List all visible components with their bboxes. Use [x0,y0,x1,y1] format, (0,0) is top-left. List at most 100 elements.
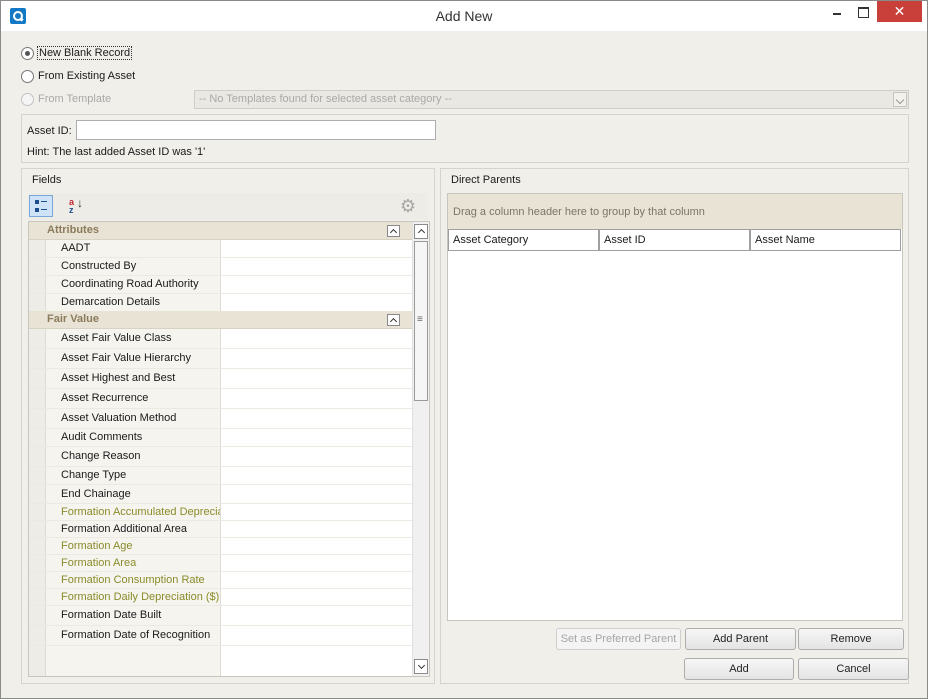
fields-panel-title: Fields [32,174,62,186]
property-name: Formation Daily Depreciation ($) [45,589,221,605]
property-row[interactable]: Asset Fair Value Hierarchy [29,349,413,369]
collapse-icon[interactable] [387,314,400,326]
property-value[interactable] [222,521,413,537]
property-row[interactable]: Asset Valuation Method [29,409,413,429]
property-value[interactable] [222,240,413,257]
property-row-empty [29,646,413,676]
categorized-view-icon[interactable] [29,195,53,217]
property-row[interactable]: Demarcation Details [29,294,413,312]
property-name: Demarcation Details [45,294,221,311]
property-name: Asset Fair Value Hierarchy [45,349,221,368]
property-grid[interactable]: Attributes AADT Constructed By Coordinat… [28,221,430,677]
property-name: Formation Date of Recognition [45,626,221,645]
fields-panel: Fields a z ↓ ⚙ Attributes AADT Constructed… [21,168,435,684]
dialog-content: New Blank Record From Existing Asset Fro… [1,31,927,698]
parents-panel-title: Direct Parents [451,174,521,186]
property-value[interactable] [222,294,413,311]
property-row[interactable]: Formation Area [29,555,413,572]
property-value[interactable] [222,485,413,503]
collapse-icon[interactable] [387,225,400,237]
asset-id-input[interactable] [76,120,436,140]
row-gutter [29,240,45,257]
fields-toolbar: a z ↓ ⚙ [28,193,428,220]
property-name: Asset Highest and Best [45,369,221,388]
property-value[interactable] [222,258,413,275]
property-value[interactable] [222,369,413,388]
property-value [222,538,413,554]
row-gutter [29,485,45,503]
title-bar: Add New ✕ [1,1,927,31]
radio-label: New Blank Record [36,46,133,60]
scroll-up-icon[interactable] [414,224,428,239]
property-row[interactable]: Formation Consumption Rate [29,572,413,589]
property-row[interactable]: AADT [29,240,413,258]
property-row[interactable]: Audit Comments [29,429,413,447]
property-value[interactable] [222,429,413,446]
radio-button-icon[interactable] [21,69,34,83]
property-name: Asset Recurrence [45,389,221,408]
direct-parents-panel: Direct Parents Drag a column header here… [440,168,909,684]
row-gutter [29,572,45,588]
property-row[interactable]: Constructed By [29,258,413,276]
property-row[interactable]: End Chainage [29,485,413,504]
row-gutter [29,349,45,368]
property-value[interactable] [222,389,413,408]
parents-grid[interactable]: Drag a column header here to group by th… [447,193,903,621]
property-value[interactable] [222,349,413,368]
column-header-asset-category[interactable]: Asset Category [448,229,599,251]
property-value [222,504,413,520]
property-row[interactable]: Change Type [29,467,413,485]
category-row-attributes[interactable]: Attributes [29,222,413,240]
remove-button[interactable]: Remove [798,628,904,650]
property-row[interactable]: Formation Daily Depreciation ($) [29,589,413,606]
radio-from-template: From Template [21,91,111,107]
category-name: Fair Value [47,313,99,325]
cancel-button[interactable]: Cancel [798,658,909,680]
row-gutter [29,258,45,275]
add-parent-button[interactable]: Add Parent [685,628,796,650]
row-gutter [29,294,45,311]
chevron-down-icon [893,92,907,107]
scrollbar-thumb[interactable] [414,241,428,401]
property-row[interactable]: Change Reason [29,447,413,467]
property-row[interactable]: Formation Age [29,538,413,555]
fields-scrollbar[interactable] [412,222,429,676]
window-title: Add New [435,8,493,24]
scroll-down-icon[interactable] [414,659,428,674]
set-preferred-parent-button: Set as Preferred Parent [556,628,681,650]
minimize-icon[interactable] [824,1,850,22]
property-row[interactable]: Asset Fair Value Class [29,329,413,349]
radio-from-existing-asset[interactable]: From Existing Asset [21,68,135,84]
radio-button-icon [21,92,34,106]
template-dropdown-value: -- No Templates found for selected asset… [199,93,452,105]
radio-new-blank-record[interactable]: New Blank Record [21,45,133,61]
property-row[interactable]: Formation Accumulated Depreciat [29,504,413,521]
property-row[interactable]: Formation Additional Area [29,521,413,538]
property-value[interactable] [222,626,413,645]
close-icon[interactable]: ✕ [877,1,922,22]
property-value[interactable] [222,329,413,348]
row-gutter [29,538,45,554]
property-row[interactable]: Asset Highest and Best [29,369,413,389]
radio-button-icon[interactable] [21,46,34,60]
column-header-asset-id[interactable]: Asset ID [599,229,750,251]
property-value[interactable] [222,447,413,466]
gear-icon[interactable]: ⚙ [397,195,419,217]
property-value[interactable] [222,606,413,625]
category-row-fair-value[interactable]: Fair Value [29,311,413,329]
property-row[interactable]: Asset Recurrence [29,389,413,409]
property-value [222,572,413,588]
property-row[interactable]: Formation Date Built [29,606,413,626]
property-row[interactable]: Formation Date of Recognition [29,626,413,646]
sort-alphabetical-icon[interactable]: a z ↓ [65,195,89,217]
add-button[interactable]: Add [684,658,794,680]
property-value[interactable] [222,409,413,428]
maximize-icon[interactable] [850,1,876,22]
property-row[interactable]: Coordinating Road Authority [29,276,413,294]
add-new-dialog: Add New ✕ New Blank Record From Existing… [0,0,928,699]
property-name: Change Reason [45,447,221,466]
column-header-asset-name[interactable]: Asset Name [750,229,901,251]
property-value[interactable] [222,467,413,484]
group-by-panel[interactable]: Drag a column header here to group by th… [448,194,902,229]
property-value[interactable] [222,276,413,293]
